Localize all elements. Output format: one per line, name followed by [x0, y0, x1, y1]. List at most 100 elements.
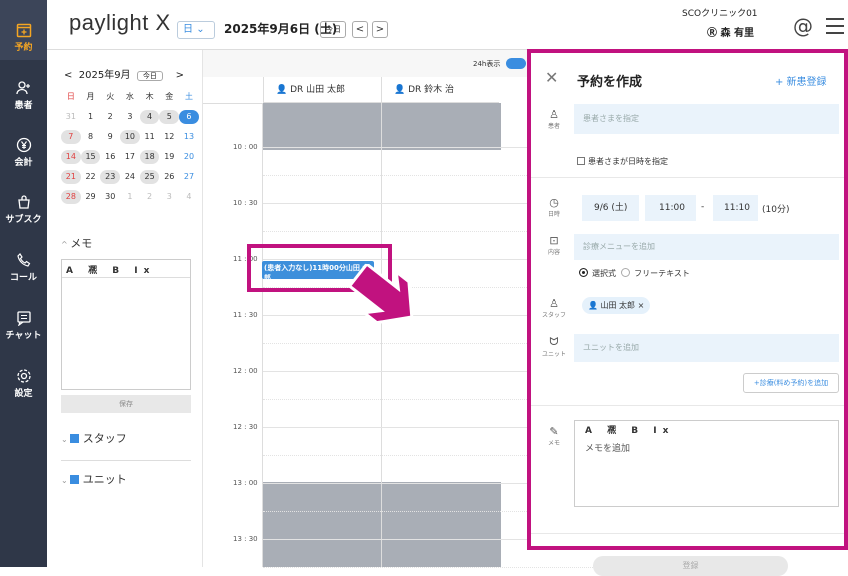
- next-day-button[interactable]: >: [372, 21, 388, 38]
- staff-chip[interactable]: 👤 山田 太郎 ×: [582, 297, 651, 314]
- calendar-day[interactable]: 14: [61, 150, 81, 164]
- user-name-label: 森 有里: [720, 28, 754, 39]
- form-memo-toolbar[interactable]: A 凞 B Ix: [575, 421, 838, 437]
- end-time-input[interactable]: 11:10: [713, 195, 758, 221]
- unit-input[interactable]: ユニットを追加: [574, 334, 839, 362]
- 24h-toggle-label: 24h表示: [473, 60, 501, 68]
- user-name[interactable]: Ⓡ 森 有里: [707, 24, 754, 39]
- calendar-day[interactable]: 8: [81, 130, 101, 144]
- mini-cal-next[interactable]: >: [176, 70, 184, 81]
- calendar-day[interactable]: 5: [159, 110, 180, 124]
- weekday-header: 土: [184, 92, 193, 101]
- calendar-day[interactable]: 27: [179, 170, 199, 184]
- mini-cal-today-button[interactable]: 今日: [136, 71, 163, 81]
- calendar-day[interactable]: 1: [81, 110, 101, 124]
- close-icon[interactable]: ✕: [545, 68, 558, 87]
- submit-button[interactable]: 登録: [593, 556, 788, 576]
- calendar-day[interactable]: 13: [179, 130, 199, 144]
- calendar-day[interactable]: 3: [120, 110, 140, 124]
- patient-input[interactable]: 患者さまを指定: [574, 104, 839, 134]
- calendar-day[interactable]: 24: [120, 170, 140, 184]
- calendar-day[interactable]: 4: [139, 110, 160, 124]
- patient-datetime-checkbox[interactable]: 患者さまが日時を指定: [577, 156, 668, 167]
- staff-field-icon: ♙ スタッフ: [542, 297, 566, 319]
- tooth-icon: ᗢ: [549, 335, 559, 348]
- calendar-day[interactable]: 6: [179, 110, 199, 124]
- calendar-day[interactable]: 25: [139, 170, 160, 184]
- memo-toolbar[interactable]: A 凞 B Ix: [62, 260, 190, 278]
- view-select[interactable]: 日 ⌄: [177, 21, 215, 39]
- menu-input[interactable]: 診療メニューを追加: [574, 234, 839, 260]
- calendar-day[interactable]: 19: [159, 150, 179, 164]
- duration-text: (10分): [762, 205, 790, 215]
- calendar-day[interactable]: 20: [179, 150, 199, 164]
- today-button[interactable]: 今日: [320, 21, 346, 38]
- calendar-day[interactable]: 21: [61, 170, 81, 184]
- calendar-day[interactable]: 15: [80, 150, 101, 164]
- calendar-day[interactable]: 12: [159, 130, 179, 144]
- form-memo-editor[interactable]: A 凞 B Ix メモを追加: [574, 420, 839, 507]
- date-input[interactable]: 9/6 (土): [582, 195, 639, 221]
- calendar-day[interactable]: 1: [120, 190, 140, 204]
- radio-free-icon[interactable]: [621, 268, 631, 277]
- calendar-day[interactable]: 3: [159, 190, 179, 204]
- calendar-day[interactable]: 9: [100, 130, 120, 144]
- calendar-day[interactable]: 4: [179, 190, 199, 204]
- calendar-day[interactable]: 23: [100, 170, 121, 184]
- clock-icon: ◷: [549, 196, 559, 209]
- top-header: paylight X 日 ⌄ 2025年9月6日 (土) 今日 < > SCOク…: [47, 0, 848, 50]
- calendar-day[interactable]: 11: [140, 130, 160, 144]
- new-patient-link[interactable]: + 新患登録: [775, 73, 827, 88]
- calendar-day[interactable]: 7: [61, 130, 81, 144]
- 24h-toggle[interactable]: [506, 58, 526, 69]
- start-time-input[interactable]: 11:00: [645, 195, 696, 221]
- nav-call[interactable]: コール: [0, 252, 47, 283]
- calendar-day[interactable]: 28: [61, 190, 81, 204]
- nav-chat[interactable]: チャット: [0, 310, 47, 341]
- weekday-header: 水: [125, 92, 134, 101]
- time-label: 13 : 30: [233, 535, 258, 543]
- staff-filter-label: スタッフ: [82, 432, 127, 445]
- mention-icon[interactable]: @: [793, 14, 813, 38]
- radio-free-label: フリーテキスト: [634, 269, 690, 278]
- datetime-field-icon: ◷ 日時: [542, 196, 566, 218]
- mini-cal-prev[interactable]: <: [64, 70, 72, 81]
- nav-patients[interactable]: 患者: [0, 80, 47, 111]
- calendar-day[interactable]: 18: [139, 150, 160, 164]
- mini-calendar-header: < 2025年9月 今日 >: [64, 66, 184, 81]
- memo-editor[interactable]: A 凞 B Ix: [61, 259, 191, 390]
- unit-field-icon: ᗢ ユニット: [542, 335, 566, 358]
- patient-field-label: 患者: [547, 123, 560, 130]
- radio-select-icon[interactable]: [579, 268, 588, 277]
- nav-subscription[interactable]: サブスク: [0, 194, 47, 225]
- nav-label: 予約: [14, 43, 33, 53]
- memo-save-button[interactable]: 保存: [61, 395, 191, 413]
- time-label: 12 : 00: [233, 367, 258, 375]
- unit-filter[interactable]: ⌄ ユニット: [61, 471, 127, 487]
- add-diagnosis-button[interactable]: +診療(料め予約)を追加: [743, 373, 839, 393]
- prev-day-button[interactable]: <: [352, 21, 368, 38]
- calendar-day[interactable]: 2: [140, 190, 160, 204]
- menu-field-icon: ⊡ 内容: [542, 234, 566, 256]
- calendar-day[interactable]: 26: [159, 170, 179, 184]
- staff-filter[interactable]: ⌄ スタッフ: [61, 430, 127, 446]
- calendar-day[interactable]: 31: [61, 110, 81, 124]
- memo-section-header[interactable]: ^ メモ: [61, 235, 92, 251]
- calendar-day[interactable]: 17: [120, 150, 140, 164]
- hamburger-menu-icon[interactable]: [826, 18, 844, 39]
- chevron-down-icon: ⌄: [196, 24, 205, 35]
- calendar-day[interactable]: 16: [100, 150, 120, 164]
- calendar-day[interactable]: 29: [81, 190, 101, 204]
- mini-cal-month: 2025年9月: [78, 70, 131, 81]
- calendar-day[interactable]: 2: [100, 110, 120, 124]
- calendar-day[interactable]: 30: [100, 190, 120, 204]
- nav-accounting[interactable]: 会計: [0, 137, 47, 168]
- nav-reservation[interactable]: 予約: [0, 0, 47, 60]
- nav-settings[interactable]: 設定: [0, 368, 47, 399]
- nav-label: 患者: [14, 101, 33, 111]
- staff-column-name: DR 山田 太郎: [290, 85, 345, 95]
- calendar-day[interactable]: 10: [120, 130, 140, 144]
- calendar-day[interactable]: 22: [81, 170, 101, 184]
- nav-label: コール: [9, 273, 37, 283]
- memo-field-icon: ✎ メモ: [542, 425, 566, 447]
